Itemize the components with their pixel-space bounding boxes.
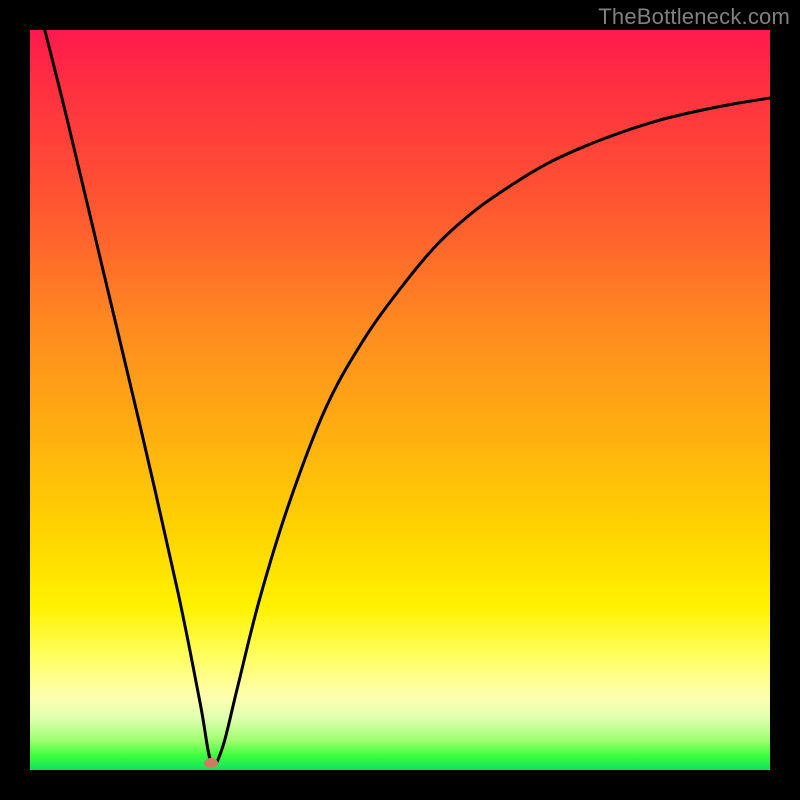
bottleneck-curve [30, 30, 770, 770]
plot-area [30, 30, 770, 770]
minimum-marker [204, 758, 218, 768]
chart-frame: TheBottleneck.com [0, 0, 800, 800]
watermark-text: TheBottleneck.com [598, 4, 790, 30]
